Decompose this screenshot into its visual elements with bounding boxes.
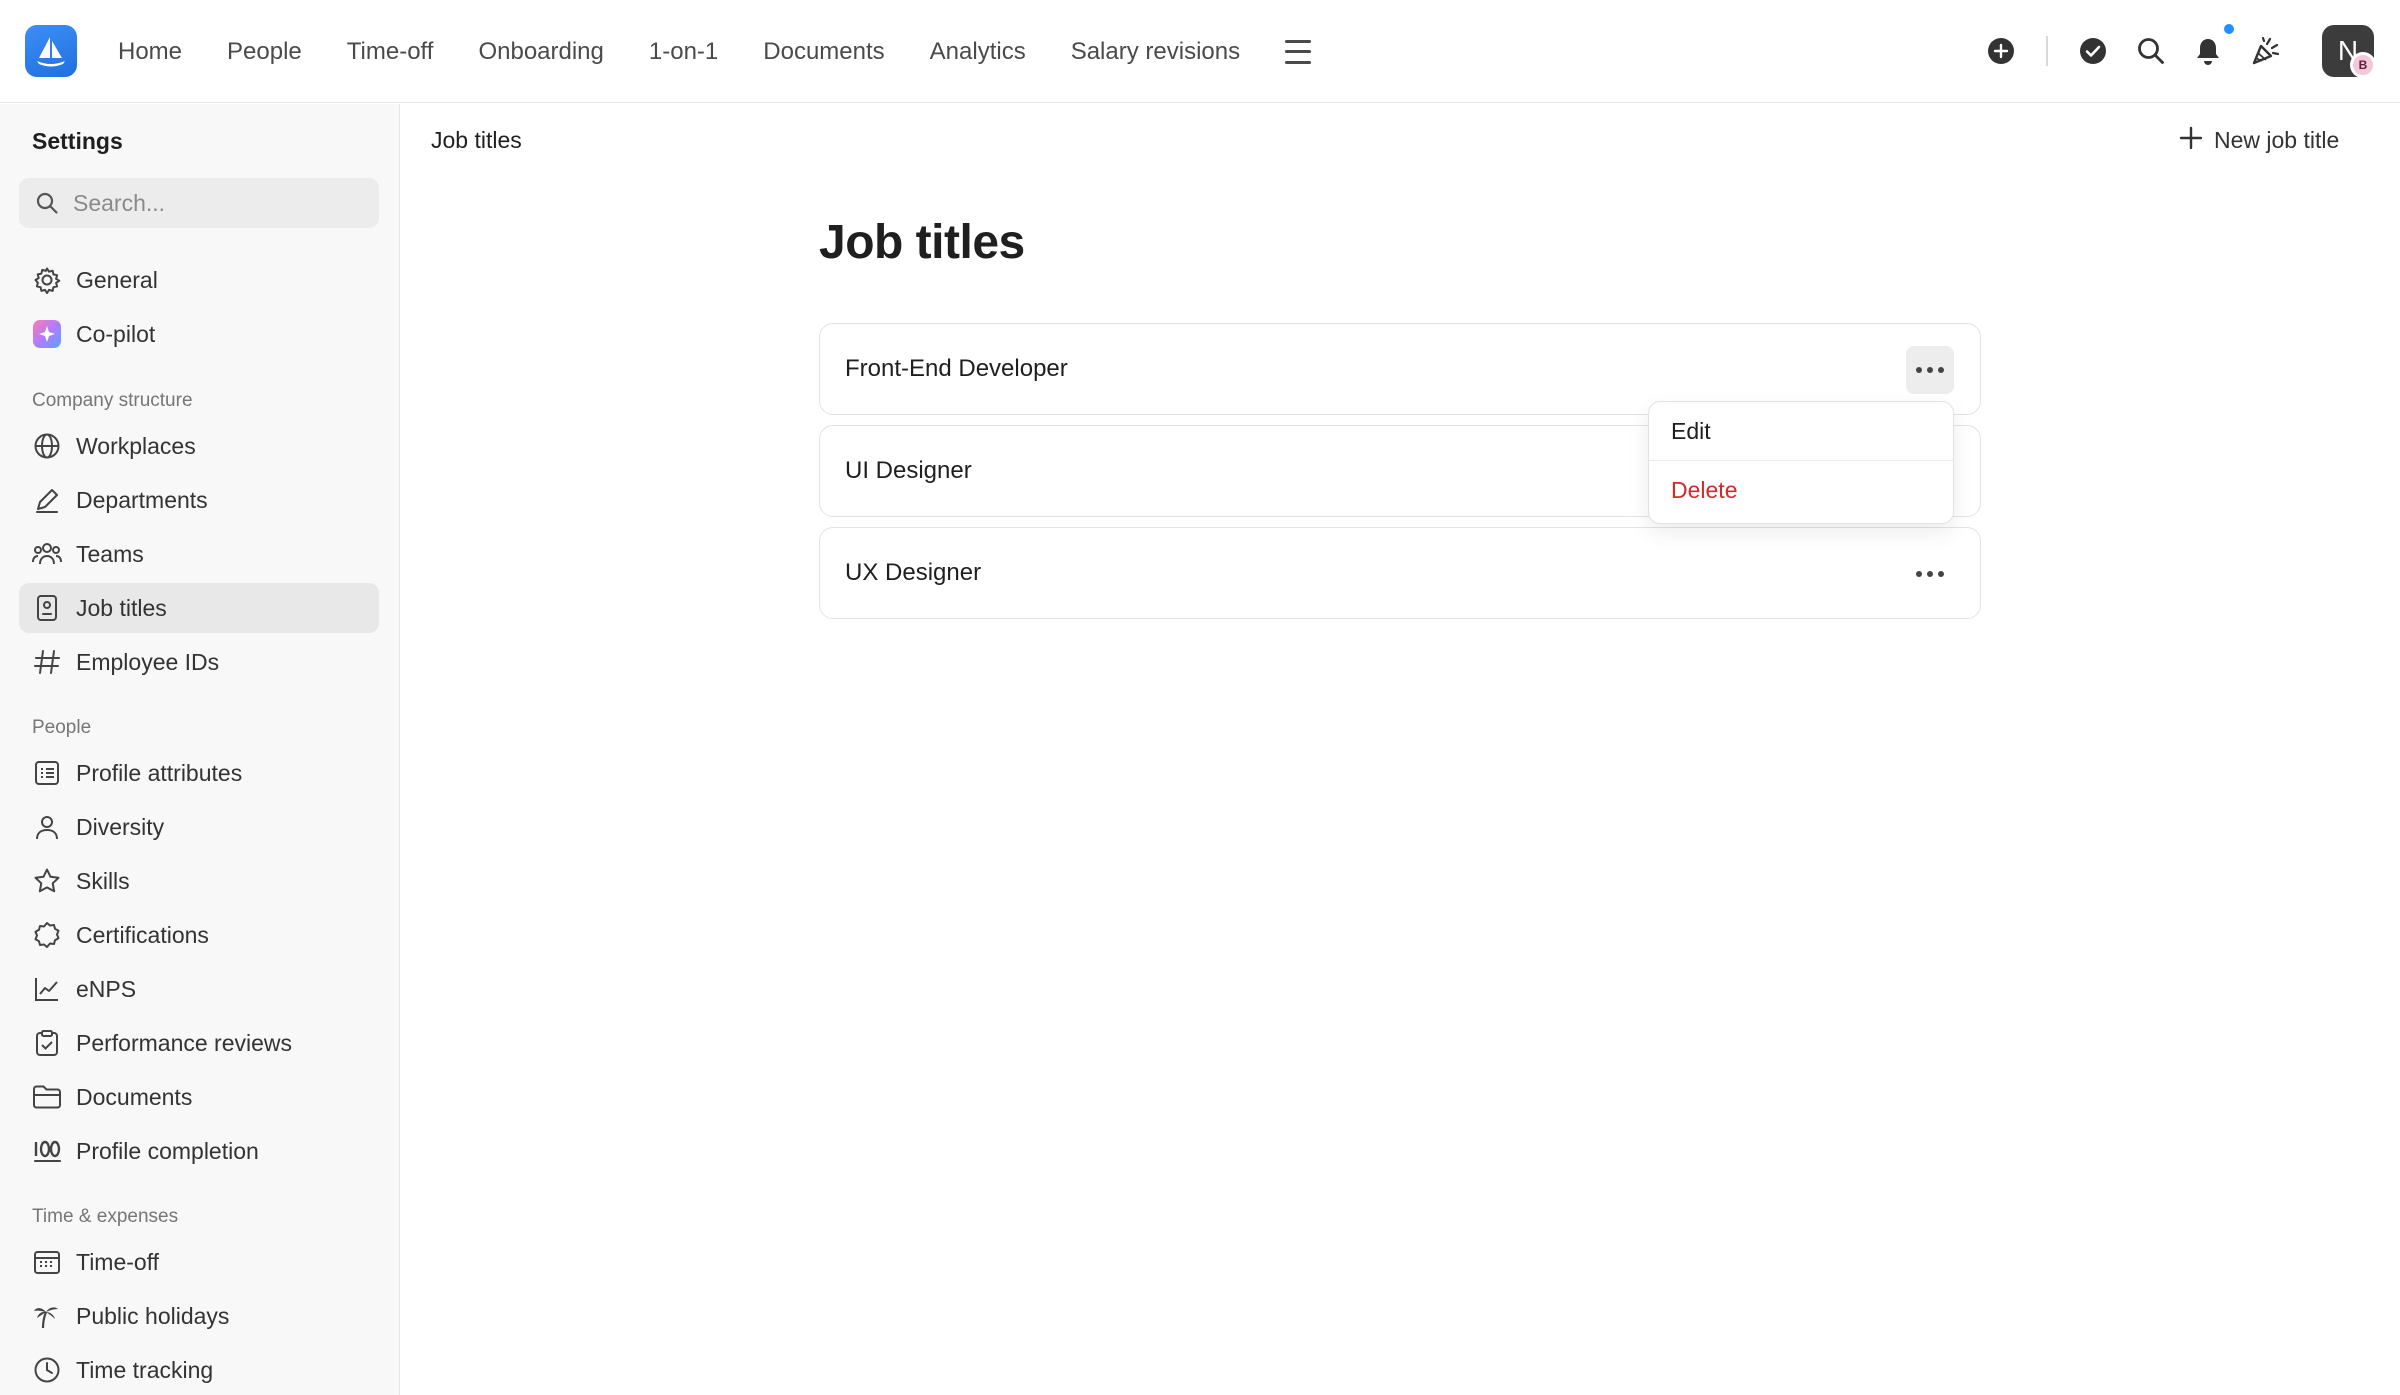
hash-icon bbox=[32, 647, 62, 677]
sidebar-item-label: Employee IDs bbox=[76, 648, 220, 675]
sidebar-item-label: Profile completion bbox=[76, 1137, 259, 1164]
clipboard-check-icon bbox=[32, 1028, 62, 1058]
folder-icon bbox=[32, 1082, 62, 1112]
sidebar-item-label: Performance reviews bbox=[76, 1029, 293, 1056]
list-icon bbox=[32, 758, 62, 788]
sidebar-item-label: Job titles bbox=[76, 594, 167, 621]
sidebar-title: Settings bbox=[32, 128, 123, 154]
clock-icon bbox=[32, 1355, 62, 1385]
search-input[interactable] bbox=[73, 189, 363, 217]
sidebar-item-teams[interactable]: Teams bbox=[19, 529, 379, 579]
nav-salary-revisions[interactable]: Salary revisions bbox=[1071, 38, 1240, 66]
sidebar-item-label: Workplaces bbox=[76, 432, 196, 459]
globe-icon bbox=[32, 431, 62, 461]
sidebar-item-time-off[interactable]: Time-off bbox=[19, 1237, 379, 1287]
sparkle-icon bbox=[32, 319, 62, 349]
more-options-icon[interactable] bbox=[1906, 550, 1954, 598]
sidebar-search[interactable] bbox=[19, 178, 379, 228]
sidebar-item-general[interactable]: General bbox=[19, 255, 379, 305]
sidebar-item-label: eNPS bbox=[76, 975, 137, 1002]
party-popper-icon[interactable] bbox=[2248, 33, 2284, 69]
notification-dot bbox=[2222, 22, 2236, 36]
seal-icon bbox=[32, 920, 62, 950]
sidebar-item-workplaces[interactable]: Workplaces bbox=[19, 421, 379, 471]
nav-analytics[interactable]: Analytics bbox=[930, 38, 1026, 66]
main-nav: Home People Time-off Onboarding 1-on-1 D… bbox=[118, 0, 1312, 103]
top-navigation-bar: Home People Time-off Onboarding 1-on-1 D… bbox=[0, 0, 2400, 103]
nav-onboarding[interactable]: Onboarding bbox=[478, 38, 603, 66]
sidebar-item-label: Certifications bbox=[76, 921, 209, 948]
sidebar-item-label: Teams bbox=[76, 540, 144, 567]
plus-icon bbox=[2178, 124, 2204, 156]
sidebar-item-profile-attributes[interactable]: Profile attributes bbox=[19, 748, 379, 798]
breadcrumb: Job titles bbox=[431, 127, 522, 153]
sailboat-icon bbox=[37, 37, 65, 67]
nav-home[interactable]: Home bbox=[118, 38, 182, 66]
sidebar-item-certifications[interactable]: Certifications bbox=[19, 910, 379, 960]
sidebar-item-label: Co-pilot bbox=[76, 320, 156, 347]
divider bbox=[2046, 36, 2048, 66]
nav-documents[interactable]: Documents bbox=[763, 38, 884, 66]
chart-line-icon bbox=[32, 974, 62, 1004]
sidebar-item-label: General bbox=[76, 266, 158, 293]
sidebar-item-performance-reviews[interactable]: Performance reviews bbox=[19, 1018, 379, 1068]
delete-menu-item[interactable]: Delete bbox=[1649, 461, 1953, 520]
search-icon[interactable] bbox=[2133, 33, 2169, 69]
sidebar-item-label: Time tracking bbox=[76, 1356, 214, 1383]
sidebar-item-label: Documents bbox=[76, 1083, 193, 1110]
new-job-title-label: New job title bbox=[2214, 126, 2340, 153]
add-circle-icon[interactable] bbox=[1983, 33, 2019, 69]
job-title-name: Front-End Developer bbox=[845, 355, 1068, 382]
bell-icon[interactable] bbox=[2190, 33, 2226, 69]
sidebar-item-label: Time-off bbox=[76, 1248, 160, 1275]
sidebar-item-public-holidays[interactable]: Public holidays bbox=[19, 1291, 379, 1341]
person-icon bbox=[32, 812, 62, 842]
section-heading-company-structure: Company structure bbox=[32, 390, 193, 411]
settings-sidebar: Settings General Co-pilot Company struct… bbox=[0, 104, 400, 1395]
nav-one-on-one[interactable]: 1-on-1 bbox=[649, 38, 718, 66]
check-circle-icon[interactable] bbox=[2075, 33, 2111, 69]
sidebar-item-time-tracking[interactable]: Time tracking bbox=[19, 1345, 379, 1395]
job-title-name: UX Designer bbox=[845, 559, 982, 586]
star-icon bbox=[32, 866, 62, 896]
search-icon bbox=[36, 192, 58, 214]
app-logo[interactable] bbox=[25, 25, 77, 77]
more-options-icon[interactable] bbox=[1906, 346, 1954, 394]
sidebar-item-label: Departments bbox=[76, 486, 208, 513]
job-title-row[interactable]: UX Designer bbox=[819, 527, 1981, 619]
badge-icon bbox=[32, 593, 62, 623]
row-actions-menu: Edit Delete bbox=[1648, 401, 1954, 524]
calendar-icon bbox=[32, 1247, 62, 1277]
gear-icon bbox=[32, 265, 62, 295]
hundred-icon bbox=[32, 1136, 62, 1166]
nav-time-off[interactable]: Time-off bbox=[347, 38, 434, 66]
sidebar-item-enps[interactable]: eNPS bbox=[19, 964, 379, 1014]
section-heading-people: People bbox=[32, 717, 92, 738]
sidebar-item-documents[interactable]: Documents bbox=[19, 1072, 379, 1122]
page-title: Job titles bbox=[819, 216, 1025, 269]
sidebar-item-co-pilot[interactable]: Co-pilot bbox=[19, 309, 379, 359]
sidebar-item-employee-ids[interactable]: Employee IDs bbox=[19, 637, 379, 687]
nav-people[interactable]: People bbox=[227, 38, 302, 66]
job-title-name: UI Designer bbox=[845, 457, 972, 484]
palm-icon bbox=[32, 1301, 62, 1331]
sidebar-item-profile-completion[interactable]: Profile completion bbox=[19, 1126, 379, 1176]
sidebar-item-job-titles[interactable]: Job titles bbox=[19, 583, 379, 633]
sidebar-item-diversity[interactable]: Diversity bbox=[19, 802, 379, 852]
sidebar-item-label: Profile attributes bbox=[76, 759, 243, 786]
sidebar-item-label: Public holidays bbox=[76, 1302, 230, 1329]
sidebar-item-departments[interactable]: Departments bbox=[19, 475, 379, 525]
workspace-badge: B bbox=[2350, 52, 2376, 78]
edit-menu-item[interactable]: Edit bbox=[1649, 402, 1953, 461]
section-heading-time-expenses: Time & expenses bbox=[32, 1206, 179, 1227]
new-job-title-button[interactable]: New job title bbox=[2178, 120, 2339, 160]
sidebar-item-label: Skills bbox=[76, 867, 130, 894]
people-icon bbox=[32, 539, 62, 569]
hamburger-menu-icon[interactable] bbox=[1285, 39, 1312, 64]
sidebar-item-label: Diversity bbox=[76, 813, 165, 840]
sidebar-item-skills[interactable]: Skills bbox=[19, 856, 379, 906]
pen-icon bbox=[32, 485, 62, 515]
